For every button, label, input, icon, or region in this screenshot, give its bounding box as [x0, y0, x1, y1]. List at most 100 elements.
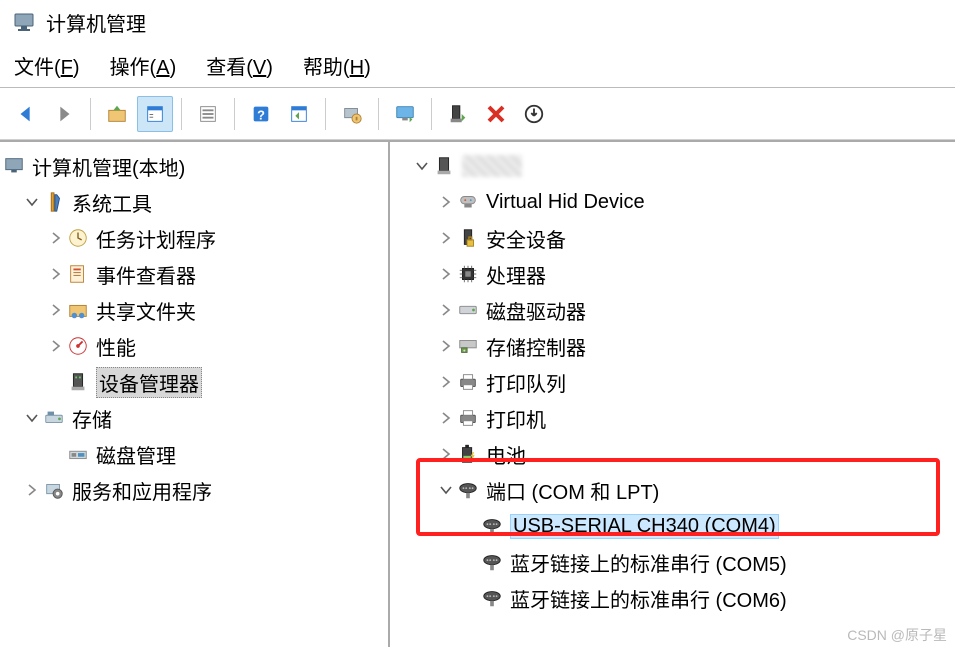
expander-closed-icon[interactable]	[436, 336, 456, 356]
node-label: USB-SERIAL CH340 (COM4)	[510, 514, 779, 539]
printer-icon	[456, 406, 480, 430]
show-hidden-button[interactable]	[281, 96, 317, 132]
tree-services-apps[interactable]: 服务和应用程序	[2, 472, 386, 508]
tree-bt-serial-com6[interactable]: 蓝牙链接上的标准串行 (COM6)	[392, 580, 953, 616]
performance-icon	[66, 334, 90, 358]
tree-task-scheduler[interactable]: 任务计划程序	[2, 220, 386, 256]
node-label: 蓝牙链接上的标准串行 (COM5)	[510, 548, 787, 577]
tree-storage[interactable]: 存储	[2, 400, 386, 436]
hdd-icon	[456, 298, 480, 322]
clock-icon	[66, 226, 90, 250]
hid-icon	[456, 190, 480, 214]
disk-icon	[66, 442, 90, 466]
shared-folder-icon	[66, 298, 90, 322]
back-button[interactable]	[8, 96, 44, 132]
tree-processors[interactable]: 处理器	[392, 256, 953, 292]
left-tree-pane[interactable]: 计算机管理(本地) 系统工具 任务计划程序 事件查看器 共享文件夹	[0, 142, 390, 647]
svg-text:?: ?	[257, 107, 265, 122]
tree-performance[interactable]: 性能	[2, 328, 386, 364]
node-label: Virtual Hid Device	[486, 191, 645, 214]
forward-button[interactable]	[46, 96, 82, 132]
tree-storage-controllers[interactable]: 存储控制器	[392, 328, 953, 364]
node-label: 存储	[72, 404, 112, 433]
tree-usb-serial-ch340[interactable]: USB-SERIAL CH340 (COM4)	[392, 508, 953, 544]
node-label: 打印机	[486, 404, 546, 433]
expander-closed-icon[interactable]	[46, 228, 66, 248]
node-label: 服务和应用程序	[72, 476, 212, 505]
right-tree-pane[interactable]: Virtual Hid Device 安全设备 处理器 磁盘驱动器 存储控制器	[390, 142, 955, 647]
tree-printers[interactable]: 打印机	[392, 400, 953, 436]
node-label: 事件查看器	[96, 260, 196, 289]
expander-closed-icon[interactable]	[436, 264, 456, 284]
update-driver-button[interactable]	[516, 96, 552, 132]
tree-device-manager[interactable]: 设备管理器	[2, 364, 386, 400]
expander-closed-icon[interactable]	[436, 444, 456, 464]
separator	[325, 98, 326, 130]
menu-view[interactable]: 查看(V)	[206, 51, 273, 80]
app-icon	[12, 10, 36, 34]
node-label: 共享文件夹	[96, 296, 196, 325]
tree-sys-tools[interactable]: 系统工具	[2, 184, 386, 220]
node-label: 任务计划程序	[96, 224, 216, 253]
node-label: 存储控制器	[486, 332, 586, 361]
tree-event-viewer[interactable]: 事件查看器	[2, 256, 386, 292]
menu-action[interactable]: 操作(A)	[110, 51, 177, 80]
node-label: 系统工具	[72, 188, 152, 217]
properties-button[interactable]	[137, 96, 173, 132]
expander-open-icon[interactable]	[436, 480, 456, 500]
node-label: 处理器	[486, 260, 546, 289]
node-label: 安全设备	[486, 224, 566, 253]
device-manager-icon	[66, 370, 90, 394]
device-icon	[432, 154, 456, 178]
node-label: 打印队列	[486, 368, 566, 397]
window-title: 计算机管理	[46, 8, 146, 37]
expander-closed-icon[interactable]	[22, 480, 42, 500]
port-icon	[480, 550, 504, 574]
tree-disk-drives[interactable]: 磁盘驱动器	[392, 292, 953, 328]
expander-closed-icon[interactable]	[46, 336, 66, 356]
menu-file[interactable]: 文件(F)	[14, 51, 80, 80]
disable-device-button[interactable]	[478, 96, 514, 132]
up-folder-button[interactable]	[99, 96, 135, 132]
separator	[181, 98, 182, 130]
node-label: 电池	[486, 440, 526, 469]
expander-closed-icon[interactable]	[436, 408, 456, 428]
storage-ctrl-icon	[456, 334, 480, 358]
monitor-button[interactable]	[387, 96, 423, 132]
menu-help[interactable]: 帮助(H)	[303, 51, 371, 80]
scan-hardware-button[interactable]	[334, 96, 370, 132]
event-log-icon	[66, 262, 90, 286]
tree-batteries[interactable]: 电池	[392, 436, 953, 472]
tree-computer-root[interactable]	[392, 148, 953, 184]
tools-icon	[42, 190, 66, 214]
port-icon	[480, 514, 504, 538]
tree-ports[interactable]: 端口 (COM 和 LPT)	[392, 472, 953, 508]
node-label: 设备管理器	[96, 367, 202, 398]
tree-print-queues[interactable]: 打印队列	[392, 364, 953, 400]
storage-icon	[42, 406, 66, 430]
expander-closed-icon[interactable]	[46, 264, 66, 284]
tree-security-devices[interactable]: 安全设备	[392, 220, 953, 256]
expander-open-icon[interactable]	[22, 408, 42, 428]
computer-mgmt-icon	[2, 154, 26, 178]
expander-closed-icon[interactable]	[436, 300, 456, 320]
tree-shared-folders[interactable]: 共享文件夹	[2, 292, 386, 328]
help-button[interactable]: ?	[243, 96, 279, 132]
separator	[431, 98, 432, 130]
separator	[234, 98, 235, 130]
list-view-button[interactable]	[190, 96, 226, 132]
expander-closed-icon[interactable]	[46, 300, 66, 320]
expander-open-icon[interactable]	[412, 156, 432, 176]
battery-icon	[456, 442, 480, 466]
node-label: 性能	[96, 332, 136, 361]
tree-root[interactable]: 计算机管理(本地)	[2, 148, 386, 184]
expander-closed-icon[interactable]	[436, 372, 456, 392]
expander-open-icon[interactable]	[22, 192, 42, 212]
tree-bt-serial-com5[interactable]: 蓝牙链接上的标准串行 (COM5)	[392, 544, 953, 580]
expander-closed-icon[interactable]	[436, 228, 456, 248]
expander-closed-icon[interactable]	[436, 192, 456, 212]
tree-virtual-hid[interactable]: Virtual Hid Device	[392, 184, 953, 220]
node-label: 蓝牙链接上的标准串行 (COM6)	[510, 584, 787, 613]
tree-disk-mgmt[interactable]: 磁盘管理	[2, 436, 386, 472]
enable-device-button[interactable]	[440, 96, 476, 132]
